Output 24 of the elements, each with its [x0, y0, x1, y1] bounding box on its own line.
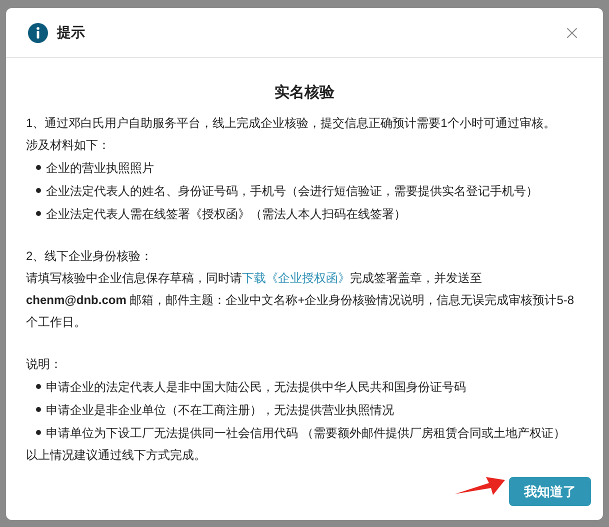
bullet-icon — [36, 188, 41, 193]
list-item-text: 企业的营业执照照片 — [46, 160, 154, 177]
bullet-icon — [36, 211, 41, 216]
dialog-title: 提示 — [57, 23, 85, 42]
list-item-text: 申请企业的法定代表人是非中国大陆公民，无法提供中华人民共和国身份证号码 — [46, 379, 466, 396]
paragraph: 1、通过邓白氏用户自助服务平台，线上完成企业核验，提交信息正确预计需要1个小时可通过审核。 — [26, 115, 556, 132]
bullet-icon — [36, 407, 41, 412]
notes-label: 说明： — [26, 356, 63, 373]
section-heading: 2、线下企业身份核验： — [26, 248, 154, 265]
content-heading: 实名核验 — [274, 83, 336, 103]
list-item-text: 申请单位为下设工厂无法提供同一社会信用代码 （需要额外邮件提供厂房租赁合同或土地产权证） — [46, 425, 566, 442]
paragraph: 以上情况建议通过线下方式完成。 — [26, 447, 207, 464]
bullet-icon — [36, 165, 41, 170]
list-item-text: 企业法定代表人需在线签署《授权函》（需法人本人扫码在线签署） — [46, 206, 406, 223]
bullet-icon — [36, 384, 41, 389]
confirm-button[interactable]: 我知道了 — [509, 477, 591, 506]
paragraph: 请填写核验中企业信息保存草稿，同时请下载《企业授权函》完成签署盖章，并发送至 chenm@dnb.com 邮箱，邮件主题：企业中文名称+企业身份核验情况说明，信息无误完成审核预计5-8个工作日。 — [26, 270, 576, 331]
list-item-text: 企业法定代表人的姓名、身份证号码，手机号（会进行短信验证，需要提供实名登记手机号） — [46, 183, 538, 200]
info-icon — [28, 22, 48, 42]
list-item-text: 申请企业是非企业单位（不在工商注册），无法提供营业执照情况 — [46, 402, 394, 419]
paragraph: 涉及材料如下： — [26, 137, 111, 154]
download-link[interactable]: 下载《企业授权函》 — [242, 271, 350, 285]
bullet-icon — [36, 430, 41, 435]
arrow-icon — [455, 474, 505, 496]
